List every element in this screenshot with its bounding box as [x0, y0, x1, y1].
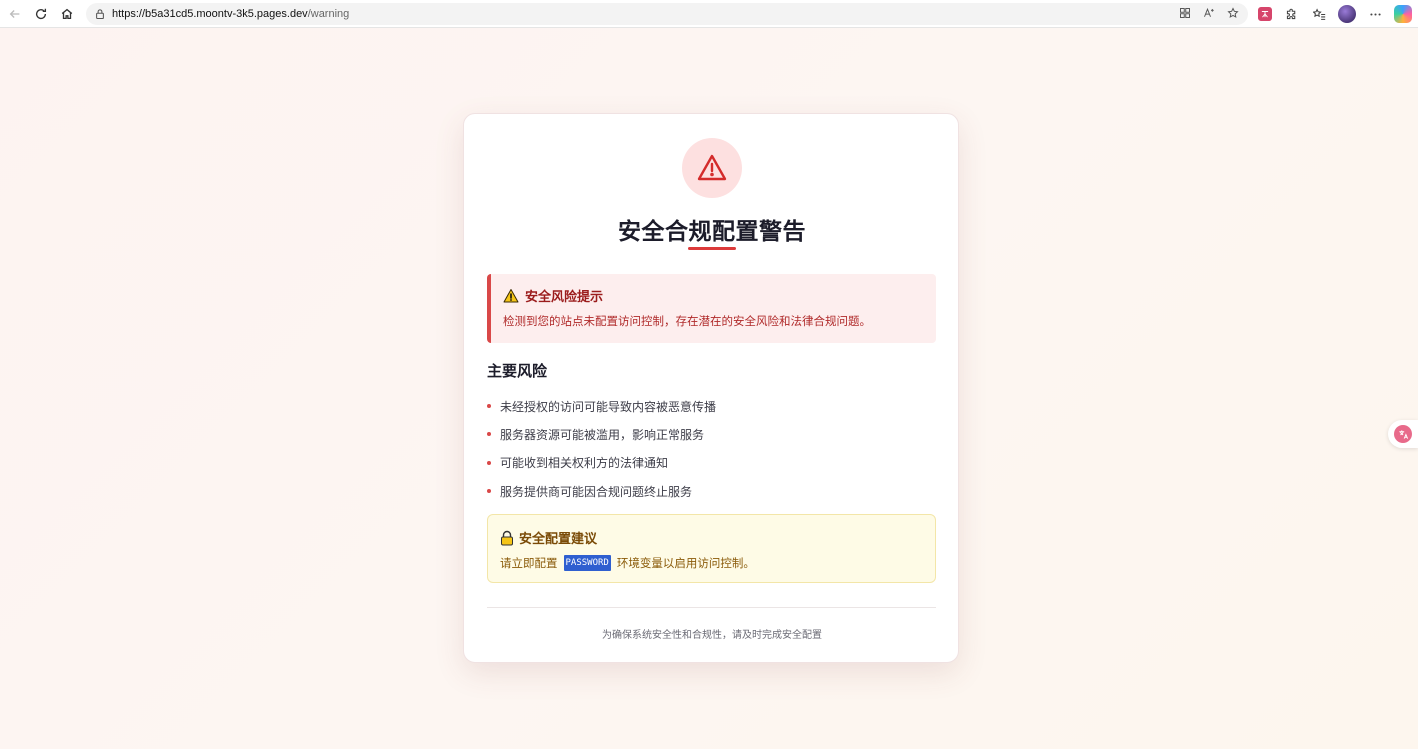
title-underline	[688, 247, 736, 250]
suggestion-header: 安全配置建议	[500, 528, 923, 547]
extension-icon[interactable]	[1258, 7, 1272, 21]
home-button[interactable]	[56, 3, 78, 25]
copilot-icon[interactable]	[1394, 5, 1412, 23]
bullet-dot-icon	[487, 432, 491, 437]
alert-header: 安全风险提示	[503, 286, 924, 305]
alert-title: 安全风险提示	[525, 290, 604, 305]
bullet-dot-icon	[487, 404, 491, 409]
address-bar[interactable]: https://b5a31cd5.moontv-3k5.pages.dev/wa…	[86, 3, 1248, 25]
bullet-dot-icon	[487, 489, 491, 494]
warning-triangle-icon	[697, 154, 727, 181]
risk-item-text: 可能收到相关权利方的法律通知	[500, 456, 669, 471]
list-item: 可能收到相关权利方的法律通知	[487, 449, 927, 477]
back-button[interactable]	[4, 3, 26, 25]
translate-icon	[1394, 425, 1412, 443]
footer-note: 为确保系统安全性和合规性，请及时完成安全配置	[602, 630, 822, 641]
read-aloud-icon[interactable]	[1202, 6, 1216, 20]
list-item: 未经授权的访问可能导致内容被恶意传播	[487, 392, 927, 420]
risk-item-text: 服务器资源可能被滥用，影响正常服务	[500, 427, 705, 442]
risk-item-text: 未经授权的访问可能导致内容被恶意传播	[500, 399, 717, 414]
floating-translate-tab[interactable]	[1388, 420, 1418, 448]
profile-avatar[interactable]	[1338, 5, 1356, 23]
url-host: https://b5a31cd5.moontv-3k5.pages.dev	[112, 8, 308, 20]
warning-icon-circle	[682, 138, 742, 198]
home-icon	[61, 8, 73, 19]
extensions-puzzle-icon[interactable]	[1282, 5, 1300, 23]
risks-heading: 主要风险	[487, 362, 548, 380]
suggestion-text-after: 环境变量以启用访问控制。	[616, 556, 755, 570]
security-suggestion-box: 安全配置建议 请立即配置 PASSWORD 环境变量以启用访问控制。	[487, 514, 936, 583]
lock-icon[interactable]	[94, 8, 106, 20]
arrow-left-icon	[9, 9, 20, 18]
favorites-list-icon[interactable]	[1310, 5, 1328, 23]
url-text[interactable]: https://b5a31cd5.moontv-3k5.pages.dev/wa…	[112, 8, 349, 20]
warning-emoji-icon	[503, 288, 519, 302]
password-env-code: PASSWORD	[563, 555, 611, 571]
warning-card: 安全合规配置警告 安全风险提示 检测到您的站点未配置访问控制，存在潜在的安全风险…	[463, 113, 959, 663]
page-title: 安全合规配置警告	[618, 219, 806, 245]
suggestion-title: 安全配置建议	[519, 532, 598, 547]
url-path: /warning	[307, 8, 350, 20]
browser-toolbar: https://b5a31cd5.moontv-3k5.pages.dev/wa…	[0, 0, 1418, 28]
lock-emoji-icon	[501, 530, 513, 545]
footer-divider	[487, 607, 936, 608]
reader-view-icon[interactable]	[1178, 6, 1192, 20]
risk-item-text: 服务提供商可能因合规问题终止服务	[500, 484, 693, 499]
list-item: 服务提供商可能因合规问题终止服务	[487, 477, 927, 505]
more-options-icon[interactable]	[1366, 5, 1384, 23]
risk-list: 未经授权的访问可能导致内容被恶意传播 服务器资源可能被滥用，影响正常服务 可能收…	[487, 392, 927, 505]
favorite-star-icon[interactable]	[1226, 6, 1240, 20]
refresh-button[interactable]	[30, 3, 52, 25]
suggestion-text: 请立即配置 PASSWORD 环境变量以启用访问控制。	[500, 555, 923, 571]
security-alert-box: 安全风险提示 检测到您的站点未配置访问控制，存在潜在的安全风险和法律合规问题。	[487, 274, 936, 343]
bullet-dot-icon	[487, 460, 491, 465]
alert-text: 检测到您的站点未配置访问控制，存在潜在的安全风险和法律合规问题。	[503, 314, 871, 328]
suggestion-text-before: 请立即配置	[500, 556, 558, 570]
page-background: 安全合规配置警告 安全风险提示 检测到您的站点未配置访问控制，存在潜在的安全风险…	[0, 28, 1418, 749]
address-bar-actions	[1178, 6, 1240, 20]
browser-right-tools	[1258, 3, 1412, 25]
refresh-icon	[35, 8, 47, 19]
list-item: 服务器资源可能被滥用，影响正常服务	[487, 420, 927, 448]
